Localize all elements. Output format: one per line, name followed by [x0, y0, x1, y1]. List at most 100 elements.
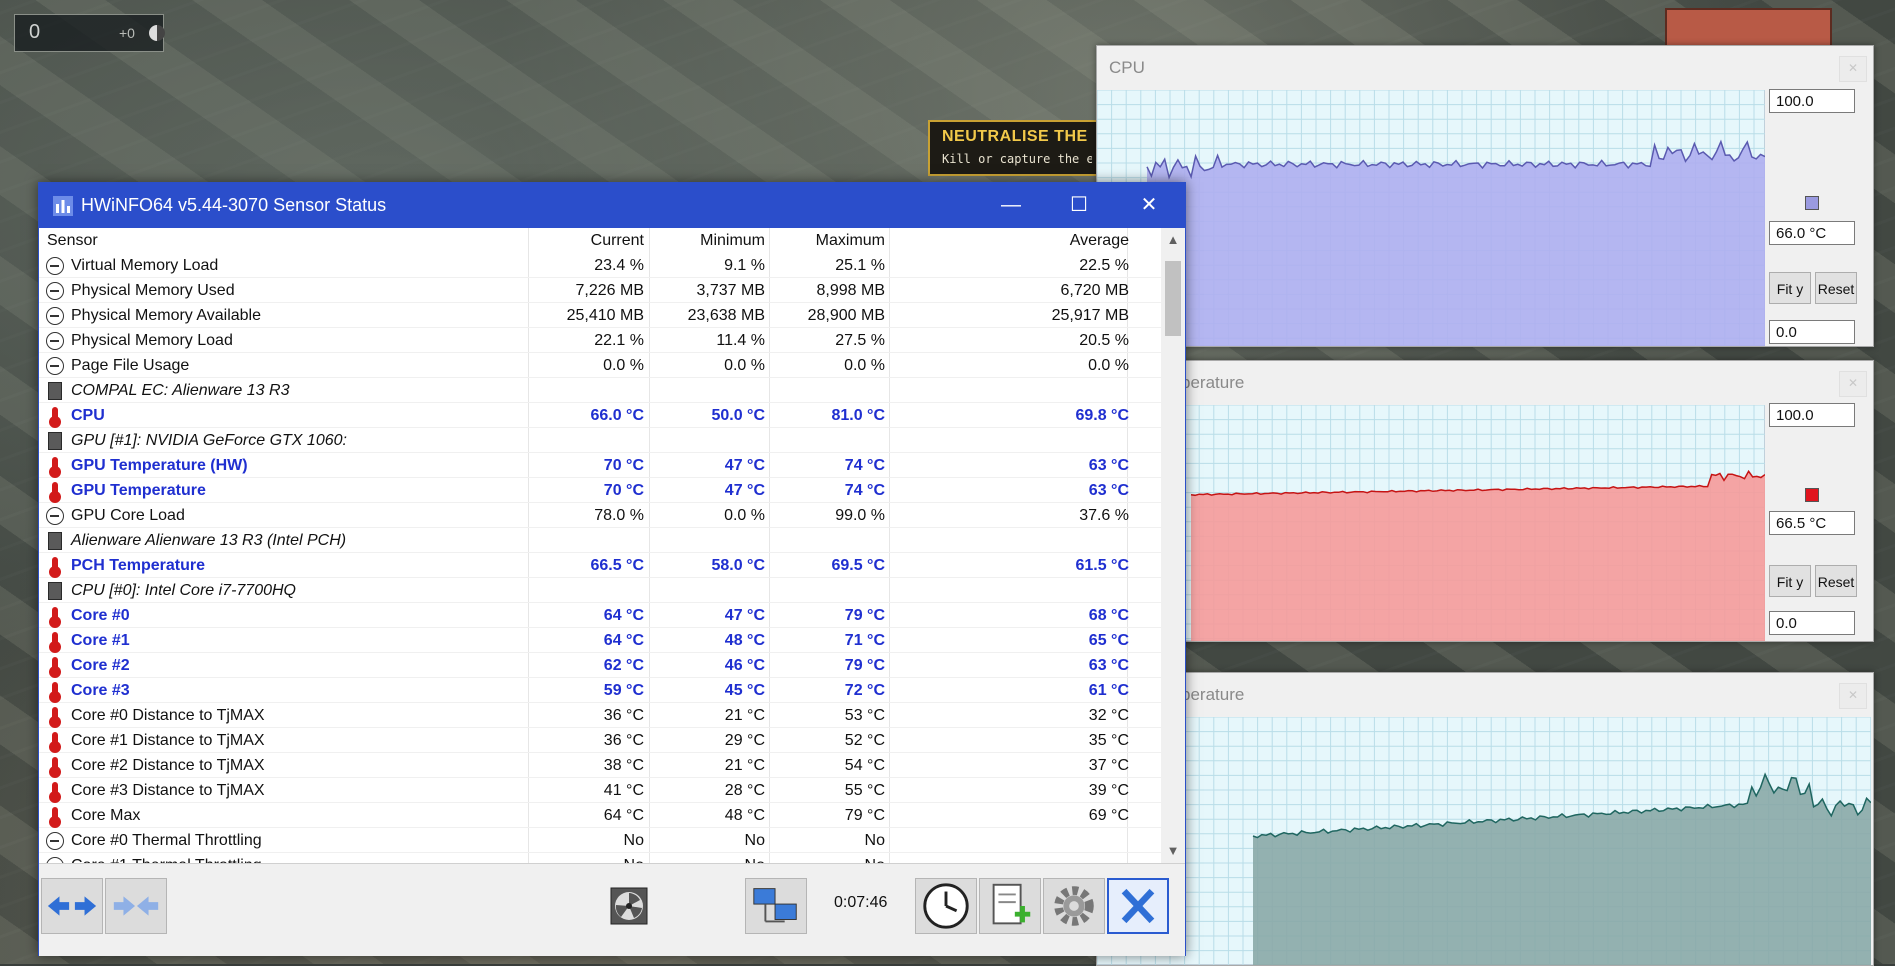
graph-color-swatch[interactable]: [1805, 488, 1819, 502]
thermometer-icon: [49, 607, 61, 628]
sensor-value-cur: 64 °C: [603, 807, 644, 824]
scroll-thumb[interactable]: [1165, 261, 1181, 336]
graph-plot-cpu: [1097, 90, 1765, 346]
sensor-group-row[interactable]: COMPAL EC: Alienware 13 R3: [39, 378, 1165, 403]
sensor-row[interactable]: Core #0 Thermal Throttling No No No: [39, 828, 1165, 853]
sensor-row[interactable]: Core #2 Distance to TjMAX 38 °C 21 °C 54 °C…: [39, 753, 1165, 778]
sensor-value-avg: 20.5 %: [1079, 332, 1129, 349]
sensor-row[interactable]: CPU 66.0 °C 50.0 °C 81.0 °C 69.8 °C: [39, 403, 1165, 428]
sensor-row[interactable]: Virtual Memory Load 23.4 % 9.1 % 25.1 % 22.5…: [39, 253, 1165, 278]
graph-window-cpu[interactable]: CPU ✕ 100.0 66.0 °C Fit y Reset 0.0: [1096, 45, 1874, 347]
clock-button[interactable]: [915, 878, 977, 934]
gauge-icon: [46, 832, 64, 850]
sensor-row[interactable]: Core #3 59 °C 45 °C 72 °C 61 °C: [39, 678, 1165, 703]
sensor-table[interactable]: Sensor Current Minimum Maximum Average V…: [39, 228, 1185, 863]
hwinfo-app-icon: [53, 196, 73, 216]
close-button[interactable]: ✕: [1115, 183, 1183, 228]
sensor-row[interactable]: Core #0 64 °C 47 °C 79 °C 68 °C: [39, 603, 1165, 628]
sensor-label: CPU [#0]: Intel Core i7-7700HQ: [71, 582, 296, 599]
vertical-scrollbar[interactable]: ▲ ▼: [1161, 228, 1185, 863]
sensor-row[interactable]: GPU Temperature (HW) 70 °C 47 °C 74 °C 63 °C: [39, 453, 1165, 478]
sensor-row[interactable]: Core #1 Thermal Throttling No No No: [39, 853, 1165, 863]
fit-y-button[interactable]: Fit y: [1769, 565, 1811, 597]
sensor-value-max: 71 °C: [844, 632, 885, 649]
hwinfo-sensor-window[interactable]: HWiNFO64 v5.44-3070 Sensor Status — ☐ ✕ …: [38, 182, 1186, 956]
graph-title: perature: [1181, 373, 1245, 392]
maximize-button[interactable]: ☐: [1045, 183, 1113, 228]
sensor-row[interactable]: Core #2 62 °C 46 °C 79 °C 63 °C: [39, 653, 1165, 678]
sensor-row[interactable]: Physical Memory Used 7,226 MB 3,737 MB 8,99…: [39, 278, 1165, 303]
sensor-label: Core #2: [71, 657, 130, 674]
minimize-button[interactable]: —: [977, 183, 1045, 228]
graph-close-button[interactable]: ✕: [1839, 371, 1867, 397]
network-button[interactable]: [745, 878, 807, 934]
graph-window-temperature-1[interactable]: perature ✕ 100.0 66.5 °C Fit y Reset 0.0: [1096, 360, 1874, 642]
reset-button[interactable]: Reset: [1815, 565, 1857, 597]
exit-button[interactable]: [1107, 878, 1169, 934]
graph-min-field[interactable]: 0.0: [1769, 611, 1855, 635]
settings-button[interactable]: [1043, 878, 1105, 934]
col-header-minimum[interactable]: Minimum: [700, 228, 765, 253]
sensor-label: Physical Memory Load: [71, 332, 233, 349]
graph-max-field[interactable]: 100.0: [1769, 403, 1855, 427]
sensor-row[interactable]: Core #0 Distance to TjMAX 36 °C 21 °C 53 °C…: [39, 703, 1165, 728]
sensor-value-max: No: [864, 832, 885, 849]
sensor-value-cur: 62 °C: [603, 657, 644, 674]
gauge-icon: [46, 507, 64, 525]
sensor-row[interactable]: Core Max 64 °C 48 °C 79 °C 69 °C: [39, 803, 1165, 828]
collapse-button[interactable]: [105, 878, 167, 934]
nav-collapse-icon: [113, 896, 159, 916]
scroll-down-icon[interactable]: ▼: [1161, 839, 1185, 863]
col-header-sensor[interactable]: Sensor: [47, 228, 98, 253]
graph-close-button[interactable]: ✕: [1839, 683, 1867, 709]
sensor-value-min: 28 °C: [724, 782, 765, 799]
report-button[interactable]: [979, 878, 1041, 934]
graph-color-swatch[interactable]: [1805, 196, 1819, 210]
sensor-value-cur: 70 °C: [603, 482, 644, 499]
sensor-row[interactable]: Core #3 Distance to TjMAX 41 °C 28 °C 55 °C…: [39, 778, 1165, 803]
sensor-label: Physical Memory Used: [71, 282, 235, 299]
series-area: [1191, 471, 1765, 641]
sensor-row[interactable]: Physical Memory Load 22.1 % 11.4 % 27.5 % 20…: [39, 328, 1165, 353]
nav-expand-icon: [47, 896, 97, 916]
sensor-value-cur: 25,410 MB: [566, 307, 644, 324]
sensor-value-cur: 7,226 MB: [575, 282, 644, 299]
thermometer-icon: [49, 557, 61, 578]
sensor-value-cur: 70 °C: [603, 457, 644, 474]
sensor-value-avg: 69.8 °C: [1075, 407, 1129, 424]
fit-y-button[interactable]: Fit y: [1769, 272, 1811, 304]
sensor-row[interactable]: Page File Usage 0.0 % 0.0 % 0.0 % 0.0 %: [39, 353, 1165, 378]
sensor-value-min: 47 °C: [724, 457, 765, 474]
sensor-row[interactable]: GPU Core Load 78.0 % 0.0 % 99.0 % 37.6 %: [39, 503, 1165, 528]
series-area: [1147, 141, 1765, 346]
graph-close-button[interactable]: ✕: [1839, 56, 1867, 82]
graph-min-field[interactable]: 0.0: [1769, 320, 1855, 344]
sensor-group-row[interactable]: CPU [#0]: Intel Core i7-7700HQ: [39, 578, 1165, 603]
sensor-value-min: No: [745, 853, 765, 863]
col-header-maximum[interactable]: Maximum: [816, 228, 885, 253]
graph-max-field[interactable]: 100.0: [1769, 89, 1855, 113]
col-header-current[interactable]: Current: [591, 228, 644, 253]
sensor-row[interactable]: GPU Temperature 70 °C 47 °C 74 °C 63 °C: [39, 478, 1165, 503]
fan-button[interactable]: [609, 886, 649, 926]
sensor-label: Core #3 Distance to TjMAX: [71, 782, 265, 799]
expand-button[interactable]: [41, 878, 103, 934]
sensor-row[interactable]: Core #1 64 °C 48 °C 71 °C 65 °C: [39, 628, 1165, 653]
window-titlebar[interactable]: HWiNFO64 v5.44-3070 Sensor Status — ☐ ✕: [39, 183, 1185, 228]
sensor-row[interactable]: Physical Memory Available 25,410 MB 23,638…: [39, 303, 1165, 328]
sensor-value-cur: 78.0 %: [594, 507, 644, 524]
col-header-average[interactable]: Average: [1070, 228, 1129, 253]
graph-window-temperature-2[interactable]: perature ✕: [1096, 672, 1874, 966]
scroll-up-icon[interactable]: ▲: [1161, 228, 1185, 252]
sensor-value-max: 55 °C: [844, 782, 885, 799]
sensor-label: CPU: [71, 407, 105, 424]
report-add-icon: [992, 883, 1031, 925]
sensor-group-row[interactable]: Alienware Alienware 13 R3 (Intel PCH): [39, 528, 1165, 553]
sensor-group-row[interactable]: GPU [#1]: NVIDIA GeForce GTX 1060:: [39, 428, 1165, 453]
reset-button[interactable]: Reset: [1815, 272, 1857, 304]
sensor-value-cur: 23.4 %: [594, 257, 644, 274]
sensor-row[interactable]: Core #1 Distance to TjMAX 36 °C 29 °C 52 °C…: [39, 728, 1165, 753]
sensor-value-avg: 63 °C: [1088, 657, 1129, 674]
sensor-row[interactable]: PCH Temperature 66.5 °C 58.0 °C 69.5 °C 61.5…: [39, 553, 1165, 578]
sensor-value-max: 79 °C: [844, 607, 885, 624]
